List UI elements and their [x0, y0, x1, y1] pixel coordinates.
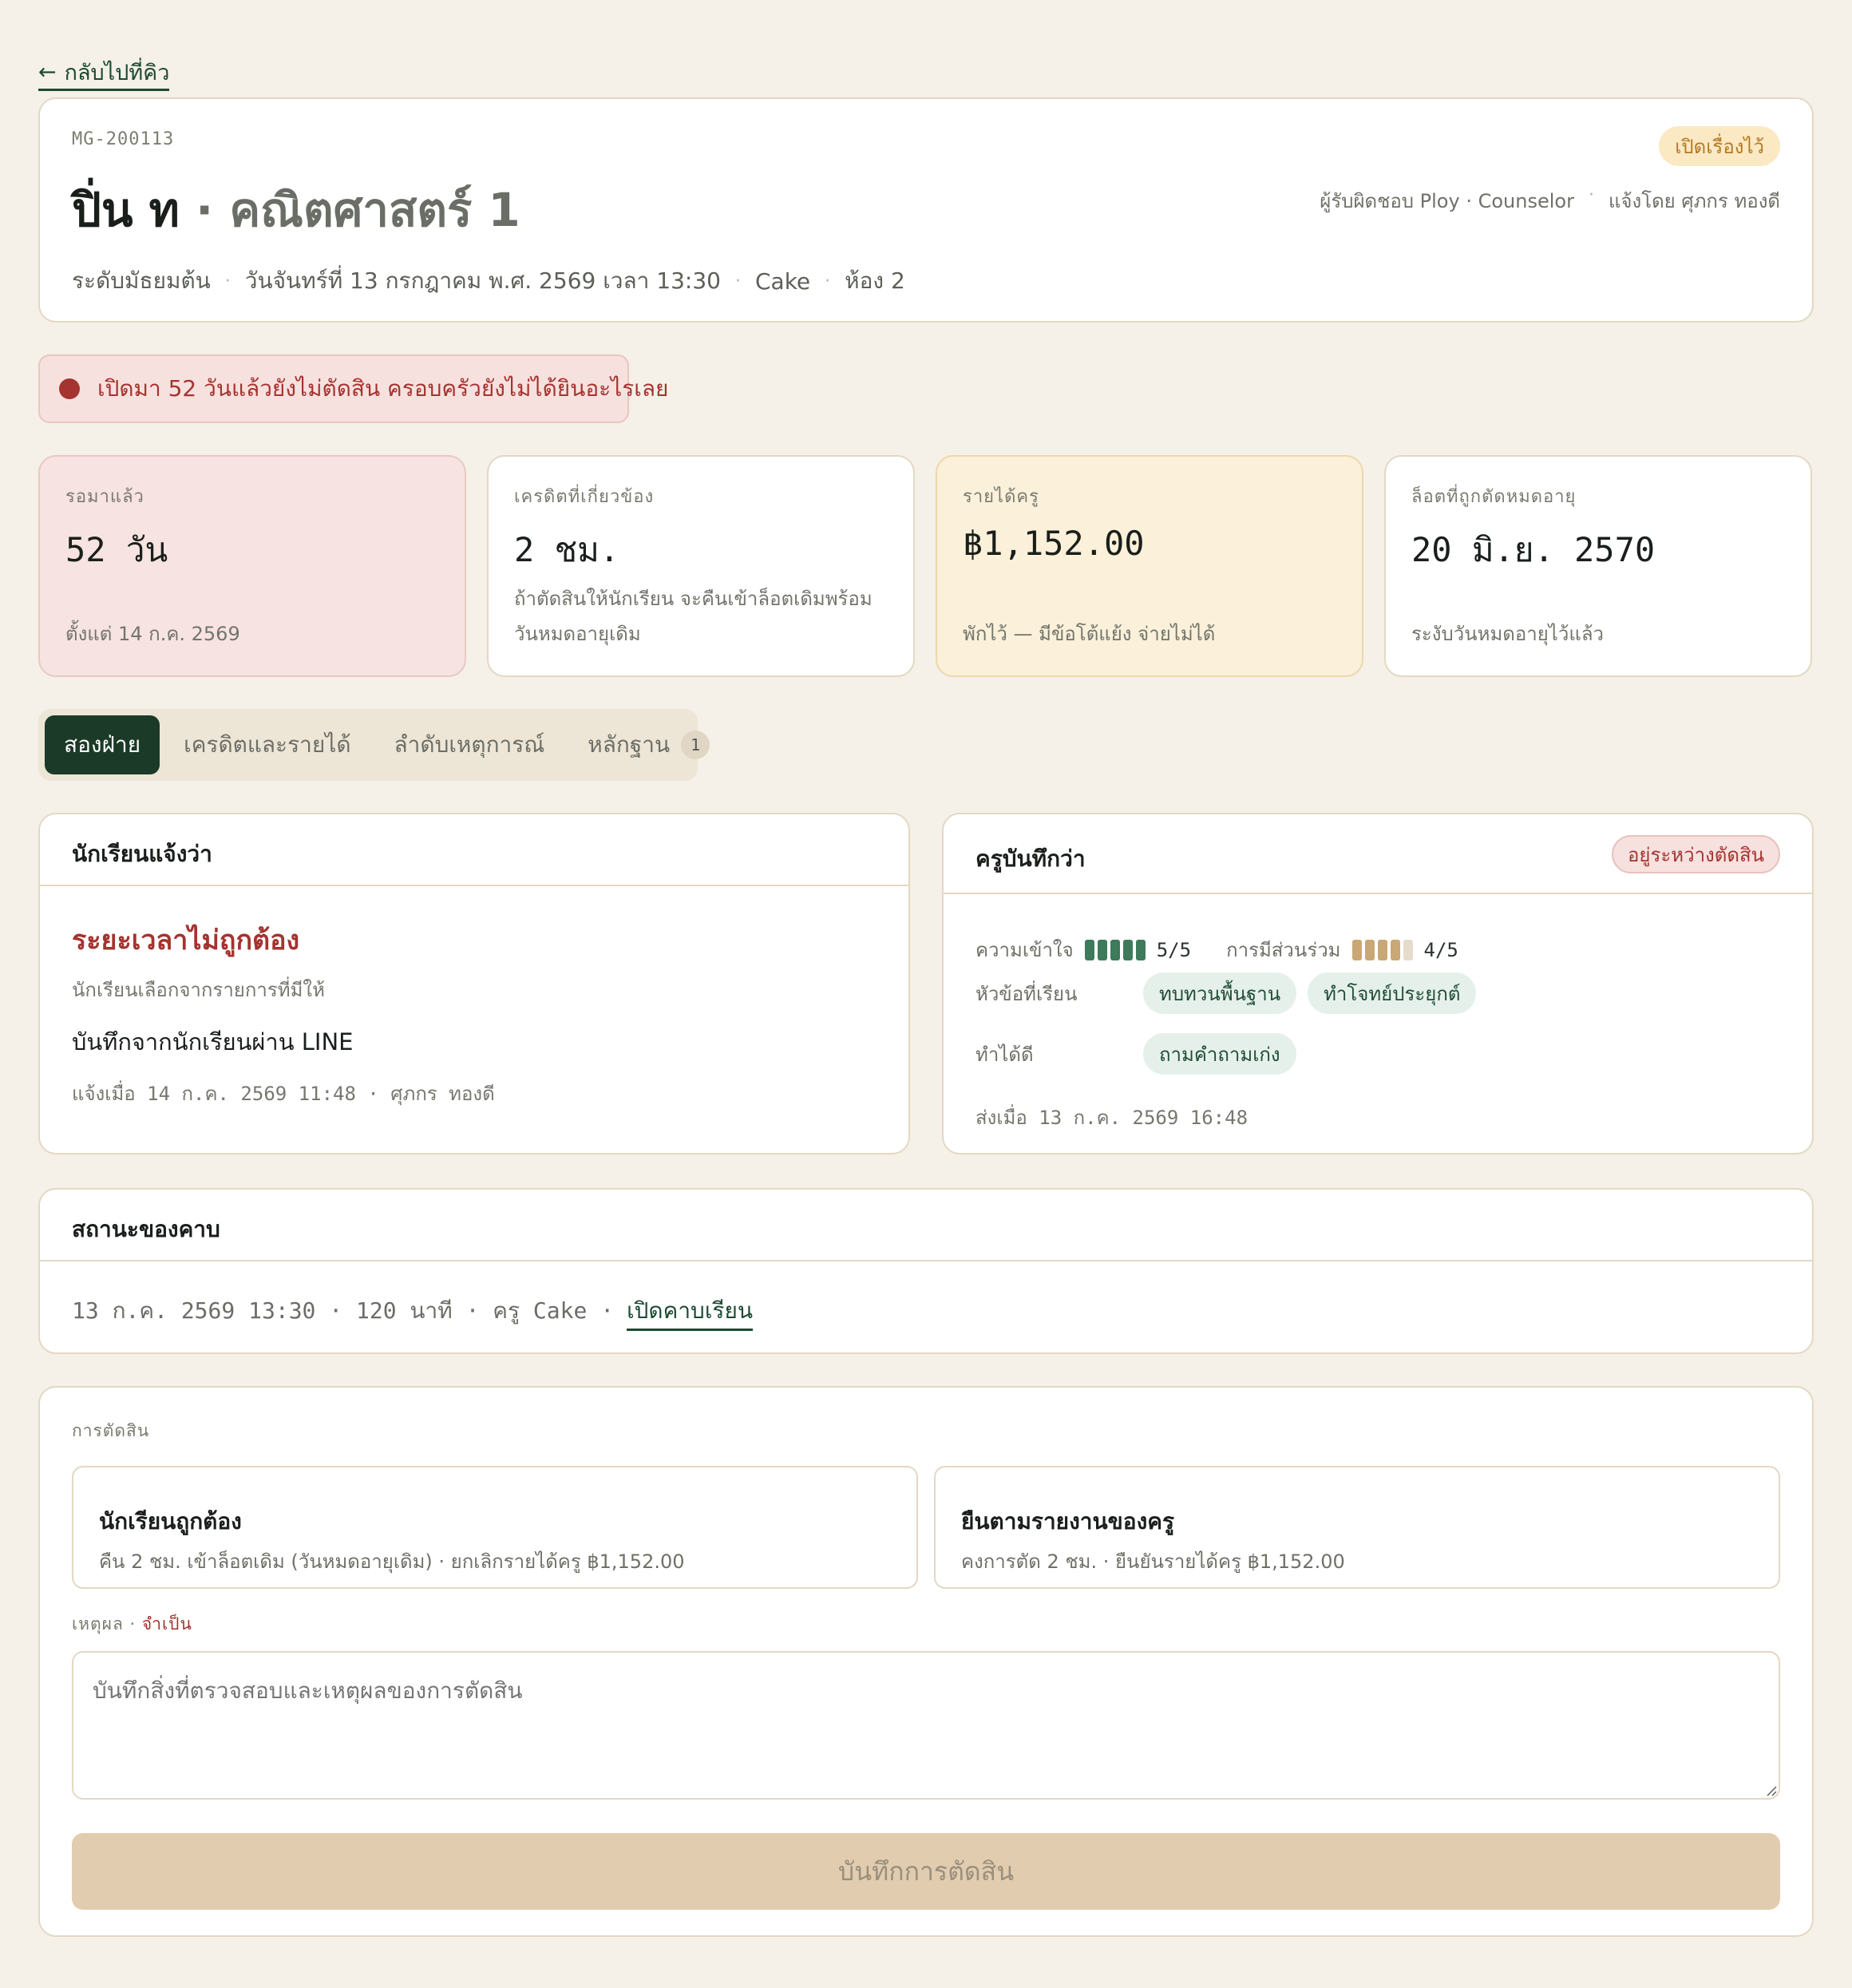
understanding-rating-bars	[1084, 939, 1146, 960]
understanding-score: 5/5	[1156, 938, 1192, 961]
back-link-label: กลับไปที่คิว	[64, 61, 170, 85]
student-claim-panel: นักเรียนแจ้งว่า ระยะเวลาไม่ถูกต้อง นักเร…	[38, 813, 910, 1154]
decision-label: การตัดสิน	[72, 1421, 150, 1440]
rating-bar	[1364, 939, 1375, 960]
topic-chip: ทบทวนพื้นฐาน	[1143, 972, 1297, 1014]
panel-title: นักเรียนแจ้งว่า	[72, 841, 212, 867]
tab-evidence[interactable]: หลักฐาน 1	[568, 715, 729, 774]
resize-handle-icon[interactable]	[1764, 1784, 1777, 1796]
case-header: MG-200113 ปิ่น ท · คณิตศาสตร์ 1 เปิดเรื่…	[38, 97, 1814, 323]
stat-label: เครดิตที่เกี่ยวข้อง	[514, 487, 655, 507]
overdue-alert: เปิดมา 52 วันแล้วยังไม่ตัดสิน ครอบครัวยั…	[38, 354, 668, 423]
reason-label-row: เหตุผล · จำเป็น	[72, 1614, 192, 1634]
strength-chip: ถามคำถามเก่ง	[1143, 1033, 1296, 1075]
stat-note: ระงับวันหมดอายุไว้แล้ว	[1411, 623, 1604, 645]
open-session-link[interactable]: เปิดคาบเรียน	[627, 1293, 753, 1331]
rating-bar	[1351, 939, 1362, 960]
meta-datetime: วันจันทร์ที่ 13 กรกฎาคม พ.ศ. 2569 เวลา 1…	[244, 267, 721, 294]
strengths-row: ทำได้ดี ถามคำถามเก่ง	[975, 1033, 1308, 1075]
evidence-count-badge: 1	[681, 731, 710, 759]
title-separator: ·	[196, 183, 214, 237]
case-status-badge: เปิดเรื่องไว้	[1659, 126, 1780, 166]
stat-waiting: รอมาแล้ว 52 วัน ตั้งแต่ 14 ก.ค. 2569	[38, 455, 466, 677]
option-student-correct[interactable]: นักเรียนถูกต้อง คืน 2 ชม. เข้าล็อตเดิม (…	[72, 1466, 918, 1589]
rating-bar	[1122, 939, 1133, 960]
strengths-label: ทำได้ดี	[975, 1043, 1034, 1066]
reason-textarea[interactable]	[72, 1651, 1780, 1800]
meta-level: ระดับมัธยมต้น	[72, 267, 211, 294]
session-meta: ระดับมัธยมต้น · วันจันทร์ที่ 13 กรกฎาคม …	[72, 263, 905, 299]
session-status-panel: สถานะของคาบ 13 ก.ค. 2569 13:30 · 120 นาท…	[38, 1188, 1814, 1354]
panel-title: ครูบันทึกว่า	[975, 845, 1086, 872]
option-title: ยืนตามรายงานของครู	[961, 1508, 1175, 1535]
issue-type: ระยะเวลาไม่ถูกต้อง	[72, 925, 300, 956]
tab-evidence-label: หลักฐาน	[588, 731, 671, 758]
understanding-label: ความเข้าใจ	[975, 939, 1074, 961]
stat-label: ล็อตที่ถูกตัดหมดอายุ	[1411, 487, 1577, 507]
option-title: นักเรียนถูกต้อง	[99, 1508, 242, 1535]
stat-label: รอมาแล้ว	[65, 487, 144, 507]
teacher-report-panel: ครูบันทึกว่า อยู่ระหว่างตัดสิน ความเข้าใ…	[942, 813, 1814, 1154]
arrow-left-icon: ←	[38, 60, 57, 85]
meta-teacher: Cake	[754, 267, 811, 295]
session-info: 13 ก.ค. 2569 13:30 · 120 นาที · ครู Cake…	[72, 1297, 615, 1324]
stat-value: 20 มิ.ย. 2570	[1411, 530, 1656, 569]
reported-at: แจ้งเมื่อ 14 ก.ค. 2569 11:48 · ศุภกร ทอง…	[72, 1083, 495, 1105]
back-to-queue-link[interactable]: ← กลับไปที่คิว	[38, 59, 170, 91]
stat-value: ฿1,152.00	[963, 524, 1145, 563]
issue-source: นักเรียนเลือกจากรายการที่มีให้	[72, 979, 325, 1001]
rating-row: ความเข้าใจ 5/5 การมีส่วนร่วม 4/5	[975, 934, 1482, 965]
reason-label: เหตุผล	[72, 1614, 124, 1634]
submit-decision-button[interactable]: บันทึกการตัดสิน	[72, 1833, 1780, 1910]
tab-both-sides[interactable]: สองฝ่าย	[45, 715, 160, 774]
rating-bar	[1377, 939, 1387, 960]
sent-at: ส่งเมื่อ 13 ก.ค. 2569 16:48	[975, 1107, 1249, 1129]
rating-bar	[1403, 939, 1413, 960]
topics-row: หัวข้อที่เรียน ทบทวนพื้นฐาน ทำโจทย์ประยุ…	[975, 972, 1487, 1014]
alert-text: เปิดมา 52 วันแล้วยังไม่ตัดสิน ครอบครัวยั…	[97, 375, 669, 402]
participation-rating-bars	[1351, 939, 1413, 960]
required-marker: จำเป็น	[141, 1614, 192, 1634]
stat-credits: เครดิตที่เกี่ยวข้อง 2 ชม. ถ้าตัดสินให้นั…	[487, 455, 915, 677]
tab-bar: สองฝ่าย เครดิตและรายได้ ลำดับเหตุการณ์ ห…	[38, 709, 710, 781]
issue-note: บันทึกจากนักเรียนผ่าน LINE	[72, 1028, 354, 1055]
stat-value: 52 วัน	[65, 530, 168, 569]
meta-room: ห้อง 2	[845, 267, 905, 294]
option-uphold-teacher[interactable]: ยืนตามรายงานของครู คงการตัด 2 ชม. · ยืนย…	[934, 1466, 1780, 1589]
stat-note: ถ้าตัดสินให้นักเรียน จะคืนเข้าล็อตเดิมพร…	[514, 588, 873, 645]
tab-credits-income[interactable]: เครดิตและรายได้	[164, 715, 370, 774]
owner: ผู้รับผิดชอบ Ploy · Counselor	[1320, 190, 1574, 212]
session-details: 13 ก.ค. 2569 13:30 · 120 นาที · ครู Cake…	[72, 1293, 753, 1331]
rating-bar	[1110, 939, 1120, 960]
subject-name: คณิตศาสตร์ 1	[229, 183, 520, 237]
rating-bar	[1390, 939, 1400, 960]
alert-dot-icon	[59, 378, 80, 399]
rating-bar	[1084, 939, 1094, 960]
option-desc: คงการตัด 2 ชม. · ยืนยันรายได้ครู ฿1,152.…	[961, 1550, 1345, 1573]
rating-bar	[1135, 939, 1146, 960]
page-title: ปิ่น ท · คณิตศาสตร์ 1	[72, 172, 520, 247]
student-name: ปิ่น ท	[72, 183, 180, 237]
stat-lot-expiry: ล็อตที่ถูกตัดหมดอายุ 20 มิ.ย. 2570 ระงับ…	[1384, 455, 1812, 677]
panel-title: สถานะของคาบ	[72, 1216, 220, 1242]
stat-teacher-income: รายได้ครู ฿1,152.00 พักไว้ — มีข้อโต้แย้…	[936, 455, 1363, 677]
option-desc: คืน 2 ชม. เข้าล็อตเดิม (วันหมดอายุเดิม) …	[99, 1550, 685, 1573]
case-owner-meta: ผู้รับผิดชอบ Ploy · Counselor · แจ้งโดย …	[1320, 185, 1780, 216]
decision-panel: การตัดสิน นักเรียนถูกต้อง คืน 2 ชม. เข้า…	[38, 1386, 1814, 1937]
participation-score: 4/5	[1423, 938, 1458, 961]
stat-label: รายได้ครู	[963, 487, 1039, 507]
stat-note: ตั้งแต่ 14 ก.ค. 2569	[65, 623, 240, 645]
tab-timeline[interactable]: ลำดับเหตุการณ์	[375, 715, 564, 774]
stat-value: 2 ชม.	[514, 530, 620, 569]
topics-label: หัวข้อที่เรียน	[975, 982, 1078, 1005]
reported-by: แจ้งโดย ศุภกร ทองดี	[1608, 190, 1780, 212]
pending-status-badge: อยู่ระหว่างตัดสิน	[1612, 835, 1780, 873]
participation-label: การมีส่วนร่วม	[1226, 939, 1341, 961]
rating-bar	[1097, 939, 1107, 960]
topic-chip: ทำโจทย์ประยุกต์	[1308, 972, 1477, 1014]
case-id: MG-200113	[72, 129, 175, 149]
stat-note: พักไว้ — มีข้อโต้แย้ง จ่ายไม่ได้	[963, 623, 1216, 645]
